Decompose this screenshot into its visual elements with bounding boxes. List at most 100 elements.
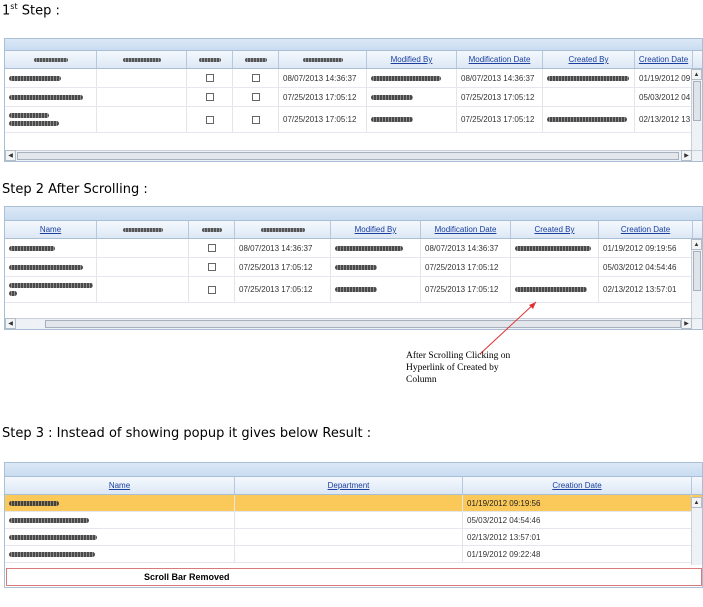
cell-name-redacted[interactable] bbox=[5, 258, 97, 276]
vertical-scroll-thumb[interactable] bbox=[693, 251, 701, 291]
header-modified-by[interactable]: Modified By bbox=[367, 51, 457, 68]
cell-name-redacted[interactable] bbox=[5, 239, 97, 257]
header-modified-by[interactable]: Modified By bbox=[331, 221, 421, 238]
header-created-by[interactable]: Created By bbox=[543, 51, 635, 68]
row-checkbox[interactable] bbox=[207, 285, 216, 294]
cell-checkbox[interactable] bbox=[187, 69, 233, 87]
cell-checkbox[interactable] bbox=[189, 277, 235, 302]
header-col4-redacted[interactable] bbox=[233, 51, 279, 68]
scroll-up-icon[interactable]: ▲ bbox=[691, 497, 702, 508]
table-row-selected[interactable]: 01/19/2012 09:19:56 bbox=[5, 495, 702, 512]
cell-creation-date: 01/19/2012 09:19:56 bbox=[599, 239, 693, 257]
cell-creation-date: 01/19/2012 09 bbox=[635, 69, 693, 87]
row-checkbox[interactable] bbox=[205, 93, 214, 101]
scroll-left-icon[interactable]: ◀ bbox=[5, 318, 16, 329]
table-row[interactable]: 01/19/2012 09:22:48 bbox=[5, 546, 702, 563]
header-department-redacted[interactable] bbox=[97, 221, 189, 238]
grid-toolbar bbox=[5, 207, 702, 221]
cell-checkbox[interactable] bbox=[187, 107, 233, 132]
vertical-scrollbar[interactable]: ▲ bbox=[691, 69, 702, 150]
header-col3-redacted[interactable] bbox=[189, 221, 235, 238]
table-row[interactable]: 07/25/2013 17:05:12 07/25/2013 17:05:12 … bbox=[5, 88, 702, 107]
cell-creation-date: 01/19/2012 09:19:56 bbox=[463, 495, 692, 511]
cell-created-by-redacted[interactable] bbox=[543, 107, 635, 132]
cell-department bbox=[97, 277, 189, 302]
cell-name-redacted bbox=[5, 88, 97, 106]
vertical-scrollbar[interactable]: ▲ bbox=[691, 497, 702, 565]
horizontal-scrollbar[interactable]: ◀ ▶ bbox=[5, 318, 702, 329]
cell-checkbox[interactable] bbox=[189, 239, 235, 257]
cell-checkbox[interactable] bbox=[189, 258, 235, 276]
cell-modification-date: 07/25/2013 17:05:12 bbox=[421, 258, 511, 276]
cell-name-redacted[interactable] bbox=[5, 512, 235, 528]
header-name[interactable]: Name bbox=[5, 221, 97, 238]
row-checkbox[interactable] bbox=[251, 93, 260, 101]
cell-name-redacted[interactable] bbox=[5, 277, 97, 302]
table-row[interactable]: 02/13/2012 13:57:01 bbox=[5, 529, 702, 546]
cell-modified-by-redacted[interactable] bbox=[367, 107, 457, 132]
header-modification-date[interactable]: Modification Date bbox=[421, 221, 511, 238]
row-checkbox[interactable] bbox=[251, 74, 260, 82]
cell-created-by-redacted[interactable] bbox=[511, 277, 599, 302]
row-checkbox[interactable] bbox=[207, 263, 216, 271]
cell-creation-date: 02/13/2012 13 bbox=[635, 107, 693, 132]
row-checkbox[interactable] bbox=[251, 115, 260, 124]
header-created-by[interactable]: Created By bbox=[511, 221, 599, 238]
header-department-redacted[interactable] bbox=[97, 51, 187, 68]
scroll-up-icon[interactable]: ▲ bbox=[691, 239, 702, 250]
horizontal-scroll-thumb[interactable] bbox=[45, 320, 681, 328]
cell-modified-date: 07/25/2013 17:05:12 bbox=[279, 88, 367, 106]
scroll-left-icon[interactable]: ◀ bbox=[5, 150, 16, 161]
cell-checkbox[interactable] bbox=[233, 107, 279, 132]
row-checkbox[interactable] bbox=[205, 74, 214, 82]
vertical-scrollbar[interactable]: ▲ bbox=[691, 239, 702, 318]
table-row[interactable]: 05/03/2012 04:54:46 bbox=[5, 512, 702, 529]
header-creation-date[interactable]: Creation Date bbox=[635, 51, 693, 68]
scroll-right-icon[interactable]: ▶ bbox=[681, 150, 692, 161]
cell-name-redacted[interactable] bbox=[5, 529, 235, 545]
table-row[interactable]: 08/07/2013 14:36:37 08/07/2013 14:36:37 … bbox=[5, 69, 702, 88]
header-col3-redacted[interactable] bbox=[187, 51, 233, 68]
header-department[interactable]: Department bbox=[235, 477, 463, 494]
horizontal-scrollbar[interactable]: ◀ ▶ bbox=[5, 150, 702, 161]
cell-checkbox[interactable] bbox=[233, 88, 279, 106]
cell-department bbox=[97, 107, 187, 132]
table-row[interactable]: 07/25/2013 17:05:12 07/25/2013 17:05:12 … bbox=[5, 277, 702, 303]
header-col5-redacted[interactable] bbox=[279, 51, 367, 68]
row-checkbox[interactable] bbox=[205, 115, 214, 124]
cell-modified-by-redacted[interactable] bbox=[367, 88, 457, 106]
row-checkbox[interactable] bbox=[207, 244, 216, 252]
horizontal-scroll-thumb[interactable] bbox=[17, 152, 679, 160]
cell-modified-by-redacted[interactable] bbox=[331, 258, 421, 276]
header-name[interactable]: Name bbox=[5, 477, 235, 494]
header-col4-redacted[interactable] bbox=[235, 221, 331, 238]
cell-created-by-redacted[interactable] bbox=[543, 88, 635, 106]
table-row[interactable]: 08/07/2013 14:36:37 08/07/2013 14:36:37 … bbox=[5, 239, 702, 258]
header-creation-date[interactable]: Creation Date bbox=[463, 477, 692, 494]
scroll-right-icon[interactable]: ▶ bbox=[681, 318, 692, 329]
cell-modified-by-redacted[interactable] bbox=[331, 277, 421, 302]
cell-modified-by-redacted[interactable] bbox=[367, 69, 457, 87]
header-modification-date[interactable]: Modification Date bbox=[457, 51, 543, 68]
cell-name-redacted[interactable] bbox=[5, 546, 235, 562]
cell-creation-date: 05/03/2012 04 bbox=[635, 88, 693, 106]
scroll-up-icon[interactable]: ▲ bbox=[691, 69, 702, 80]
cell-created-by-redacted[interactable] bbox=[511, 258, 599, 276]
header-name-redacted[interactable] bbox=[5, 51, 97, 68]
cell-name-redacted bbox=[5, 69, 97, 87]
cell-created-by-redacted[interactable] bbox=[511, 239, 599, 257]
cell-modified-by-redacted[interactable] bbox=[331, 239, 421, 257]
cell-checkbox[interactable] bbox=[233, 69, 279, 87]
cell-name-redacted[interactable] bbox=[5, 495, 235, 511]
vertical-scroll-thumb[interactable] bbox=[693, 81, 701, 121]
cell-modification-date: 07/25/2013 17:05:12 bbox=[421, 277, 511, 302]
grid-step1: Modified By Modification Date Created By… bbox=[4, 38, 703, 162]
cell-checkbox[interactable] bbox=[187, 88, 233, 106]
header-creation-date[interactable]: Creation Date bbox=[599, 221, 693, 238]
annotation-line1: After Scrolling Clicking on bbox=[406, 351, 511, 361]
table-row[interactable]: 07/25/2013 17:05:12 07/25/2013 17:05:12 … bbox=[5, 107, 702, 133]
cell-modified-date: 07/25/2013 17:05:12 bbox=[235, 277, 331, 302]
cell-department bbox=[235, 495, 463, 511]
table-row[interactable]: 07/25/2013 17:05:12 07/25/2013 17:05:12 … bbox=[5, 258, 702, 277]
cell-created-by-redacted[interactable] bbox=[543, 69, 635, 87]
